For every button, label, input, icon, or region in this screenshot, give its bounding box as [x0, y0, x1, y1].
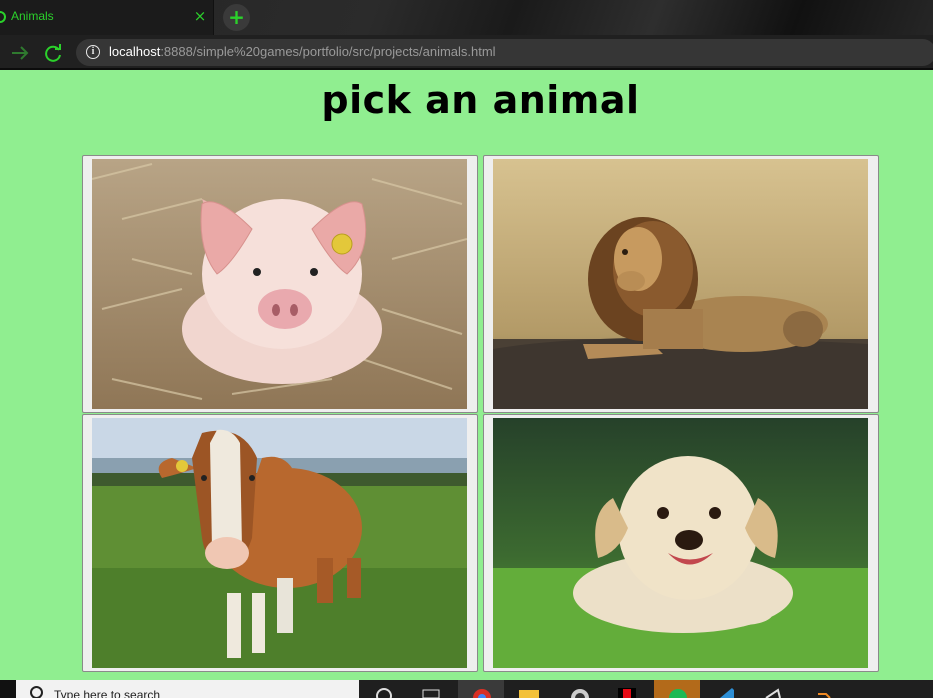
task-view-icon[interactable] — [408, 680, 454, 698]
url-text: localhost:8888/simple%20games/portfolio/… — [109, 44, 496, 59]
cortana-icon[interactable] — [362, 680, 408, 698]
search-icon — [30, 686, 43, 698]
reload-icon[interactable] — [40, 40, 66, 66]
start-button[interactable] — [0, 680, 16, 698]
browser-tab[interactable]: Animals × — [0, 0, 214, 35]
browser-toolbar: i localhost:8888/simple%20games/portfoli… — [0, 35, 933, 70]
close-tab-icon[interactable]: × — [191, 7, 209, 25]
app-icon[interactable] — [750, 680, 796, 698]
browser-tab-strip: Animals × + — [0, 0, 933, 35]
lion-choice-button[interactable] — [483, 155, 879, 413]
taskbar-search-box[interactable]: Type here to search — [16, 680, 359, 698]
dog-image — [493, 418, 868, 668]
netflix-icon[interactable] — [604, 680, 650, 698]
obs-icon[interactable] — [556, 680, 602, 698]
cow-choice-button[interactable] — [82, 414, 478, 672]
new-tab-button[interactable]: + — [223, 4, 250, 31]
chrome-icon[interactable] — [458, 680, 504, 698]
tab-title: Animals — [11, 9, 54, 23]
dog-choice-button[interactable] — [483, 414, 879, 672]
windows-taskbar: Type here to search — [0, 680, 933, 698]
page-title: pick an animal — [321, 78, 640, 122]
spotify-icon[interactable] — [654, 680, 700, 698]
file-explorer-icon[interactable] — [506, 680, 552, 698]
animal-grid — [82, 155, 879, 672]
forward-arrow-icon[interactable] — [7, 40, 33, 66]
url-host: localhost — [109, 44, 161, 59]
lion-image — [493, 159, 868, 409]
vscode-icon[interactable] — [702, 680, 748, 698]
site-info-icon[interactable]: i — [86, 45, 100, 59]
app-icon[interactable] — [800, 680, 846, 698]
url-path: :8888/simple%20games/portfolio/src/proje… — [160, 44, 496, 59]
cow-image — [92, 418, 467, 668]
pig-choice-button[interactable] — [82, 155, 478, 413]
address-bar[interactable]: i localhost:8888/simple%20games/portfoli… — [76, 39, 933, 66]
pig-image — [92, 159, 467, 409]
tab-favicon-icon — [0, 11, 6, 23]
taskbar-search-placeholder: Type here to search — [54, 688, 161, 698]
